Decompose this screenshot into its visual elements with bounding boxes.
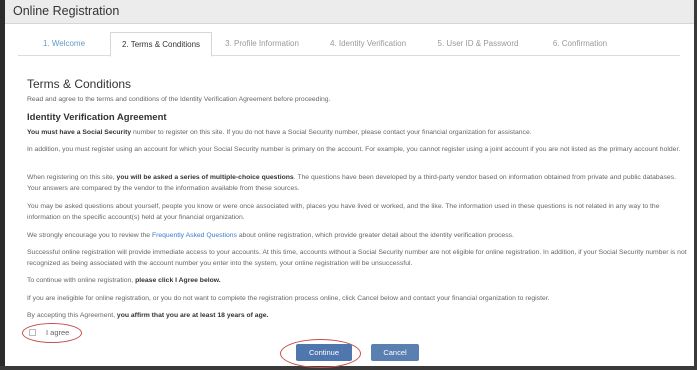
window-frame-left bbox=[0, 0, 5, 370]
agree-checkbox[interactable] bbox=[29, 329, 36, 336]
title-bar: Online Registration bbox=[5, 0, 694, 24]
window-frame-bottom bbox=[0, 366, 697, 370]
registration-steps: 1. Welcome 2. Terms & Conditions 3. Prof… bbox=[18, 32, 680, 57]
section-title: Identity Verification Agreement bbox=[27, 112, 167, 123]
intro-text: Read and agree to the terms and conditio… bbox=[27, 96, 331, 103]
tab-welcome[interactable]: 1. Welcome bbox=[18, 32, 110, 56]
paragraph-ineligible: If you are ineligible for online registr… bbox=[27, 295, 550, 302]
agree-label[interactable]: I agree bbox=[46, 328, 69, 337]
tab-confirmation[interactable]: 6. Confirmation bbox=[532, 32, 628, 56]
paragraph-age: By accepting this Agreement, you affirm … bbox=[27, 312, 269, 319]
window-title: Online Registration bbox=[13, 4, 120, 18]
paragraph-multiple-choice: When registering on this site, you will … bbox=[27, 174, 676, 192]
faq-link[interactable]: Frequently Asked Questions bbox=[152, 232, 237, 239]
tab-profile-information[interactable]: 3. Profile Information bbox=[212, 32, 312, 56]
paragraph-primary-account: In addition, you must register using an … bbox=[27, 146, 681, 153]
page-title: Terms & Conditions bbox=[27, 77, 132, 91]
tab-user-id-password[interactable]: 5. User ID & Password bbox=[424, 32, 532, 56]
tab-identity-verification[interactable]: 4. Identity Verification bbox=[312, 32, 424, 56]
continue-button[interactable]: Continue bbox=[296, 344, 352, 361]
paragraph-continue: To continue with online registration, pl… bbox=[27, 277, 221, 284]
tab-terms-conditions[interactable]: 2. Terms & Conditions bbox=[110, 32, 212, 57]
paragraph-access: Successful online registration will prov… bbox=[27, 249, 687, 267]
paragraph-questions: You may be asked questions about yoursel… bbox=[27, 203, 660, 221]
paragraph-ssn: You must have a Social Security number t… bbox=[27, 129, 532, 136]
paragraph-faq: We strongly encourage you to review the … bbox=[27, 232, 514, 239]
cancel-button[interactable]: Cancel bbox=[371, 344, 419, 361]
